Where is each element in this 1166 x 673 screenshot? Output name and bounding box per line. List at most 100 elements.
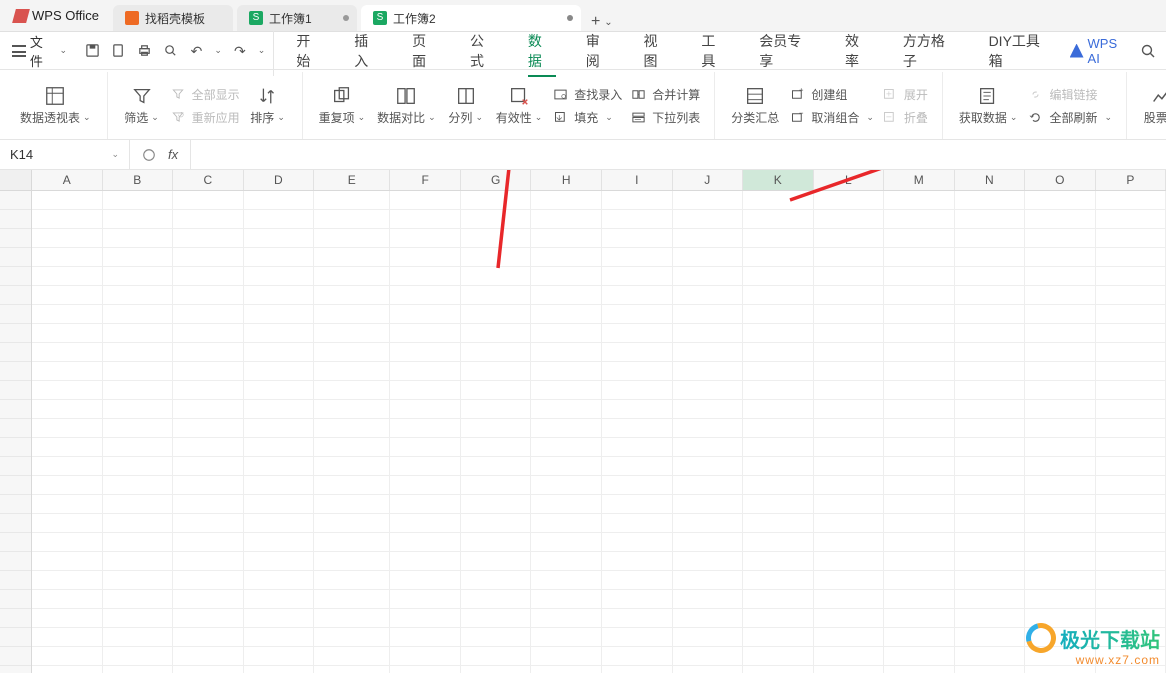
cell[interactable]	[244, 381, 315, 400]
cell[interactable]	[32, 248, 103, 267]
cell[interactable]	[531, 267, 602, 286]
cell[interactable]	[955, 476, 1026, 495]
cell[interactable]	[955, 400, 1026, 419]
cell[interactable]	[531, 210, 602, 229]
cell[interactable]	[814, 514, 885, 533]
cell[interactable]	[390, 495, 461, 514]
cell[interactable]	[884, 609, 955, 628]
cell[interactable]	[390, 191, 461, 210]
print-button[interactable]	[137, 43, 153, 59]
find-input-button[interactable]: 查找录入	[548, 84, 626, 105]
stocks-button[interactable]: 股票⌄	[1137, 81, 1166, 130]
cell[interactable]	[390, 343, 461, 362]
cell[interactable]	[244, 324, 315, 343]
cell[interactable]	[390, 609, 461, 628]
cell[interactable]	[314, 324, 390, 343]
row-header[interactable]	[0, 438, 31, 457]
cell[interactable]	[602, 210, 673, 229]
cell[interactable]	[32, 362, 103, 381]
cell[interactable]	[531, 381, 602, 400]
cell[interactable]	[461, 400, 532, 419]
cell[interactable]	[1025, 267, 1096, 286]
cell[interactable]	[602, 324, 673, 343]
cell[interactable]	[955, 419, 1026, 438]
filter-button[interactable]: 筛选⌄	[118, 81, 166, 130]
cell[interactable]	[390, 210, 461, 229]
cell[interactable]	[461, 210, 532, 229]
cell[interactable]	[314, 533, 390, 552]
cell[interactable]	[1025, 552, 1096, 571]
show-all-button[interactable]: 全部显示	[166, 84, 244, 105]
cell[interactable]	[531, 343, 602, 362]
cell[interactable]	[602, 628, 673, 647]
cell[interactable]	[743, 343, 814, 362]
cell[interactable]	[673, 552, 744, 571]
cell[interactable]	[390, 666, 461, 673]
cell[interactable]	[814, 552, 885, 571]
cell[interactable]	[531, 533, 602, 552]
column-header[interactable]: I	[602, 170, 673, 190]
cell[interactable]	[814, 457, 885, 476]
cell[interactable]	[955, 571, 1026, 590]
cell[interactable]	[461, 305, 532, 324]
cell[interactable]	[314, 343, 390, 362]
cell[interactable]	[1025, 438, 1096, 457]
cell[interactable]	[814, 400, 885, 419]
cell[interactable]	[602, 476, 673, 495]
cell[interactable]	[955, 533, 1026, 552]
cell[interactable]	[390, 590, 461, 609]
cell[interactable]	[1096, 647, 1166, 666]
menu-tools[interactable]: 工具	[687, 25, 743, 77]
cell[interactable]	[314, 476, 390, 495]
cell[interactable]	[314, 647, 390, 666]
ungroup-button[interactable]: 取消组合⌄	[785, 107, 878, 128]
cell[interactable]	[531, 571, 602, 590]
cell[interactable]	[173, 248, 244, 267]
cell[interactable]	[602, 438, 673, 457]
cell[interactable]	[32, 590, 103, 609]
cell[interactable]	[173, 305, 244, 324]
cell[interactable]	[32, 495, 103, 514]
column-header[interactable]: E	[314, 170, 390, 190]
cell[interactable]	[103, 381, 174, 400]
cell[interactable]	[531, 191, 602, 210]
menu-efficiency[interactable]: 效率	[831, 25, 887, 77]
cell[interactable]	[1025, 229, 1096, 248]
cell[interactable]	[103, 229, 174, 248]
cell[interactable]	[531, 229, 602, 248]
cell[interactable]	[244, 438, 315, 457]
cell[interactable]	[673, 590, 744, 609]
row-header[interactable]	[0, 343, 31, 362]
row-header[interactable]	[0, 666, 31, 673]
edit-link-button[interactable]: 编辑链接	[1023, 84, 1116, 105]
cell[interactable]	[673, 343, 744, 362]
cell[interactable]	[673, 286, 744, 305]
cell[interactable]	[743, 495, 814, 514]
cell[interactable]	[314, 514, 390, 533]
cell[interactable]	[884, 381, 955, 400]
cell[interactable]	[1096, 343, 1166, 362]
cell[interactable]	[1025, 590, 1096, 609]
cell[interactable]	[314, 609, 390, 628]
column-header[interactable]: J	[673, 170, 744, 190]
cell[interactable]	[390, 362, 461, 381]
dropdown-list-button[interactable]: 下拉列表	[626, 107, 704, 128]
cell[interactable]	[814, 647, 885, 666]
cell[interactable]	[173, 457, 244, 476]
column-header[interactable]: L	[814, 170, 885, 190]
cell[interactable]	[743, 590, 814, 609]
cell[interactable]	[955, 438, 1026, 457]
cell[interactable]	[814, 628, 885, 647]
cell[interactable]	[1025, 609, 1096, 628]
cell[interactable]	[32, 552, 103, 571]
validity-button[interactable]: 有效性⌄	[490, 81, 549, 130]
cell-reference-input[interactable]: K14 ⌄	[0, 140, 130, 169]
cell[interactable]	[884, 457, 955, 476]
row-header[interactable]	[0, 514, 31, 533]
cell[interactable]	[314, 495, 390, 514]
cell[interactable]	[884, 267, 955, 286]
menu-view[interactable]: 视图	[630, 25, 686, 77]
cell[interactable]	[955, 229, 1026, 248]
cell[interactable]	[390, 457, 461, 476]
cell[interactable]	[743, 476, 814, 495]
